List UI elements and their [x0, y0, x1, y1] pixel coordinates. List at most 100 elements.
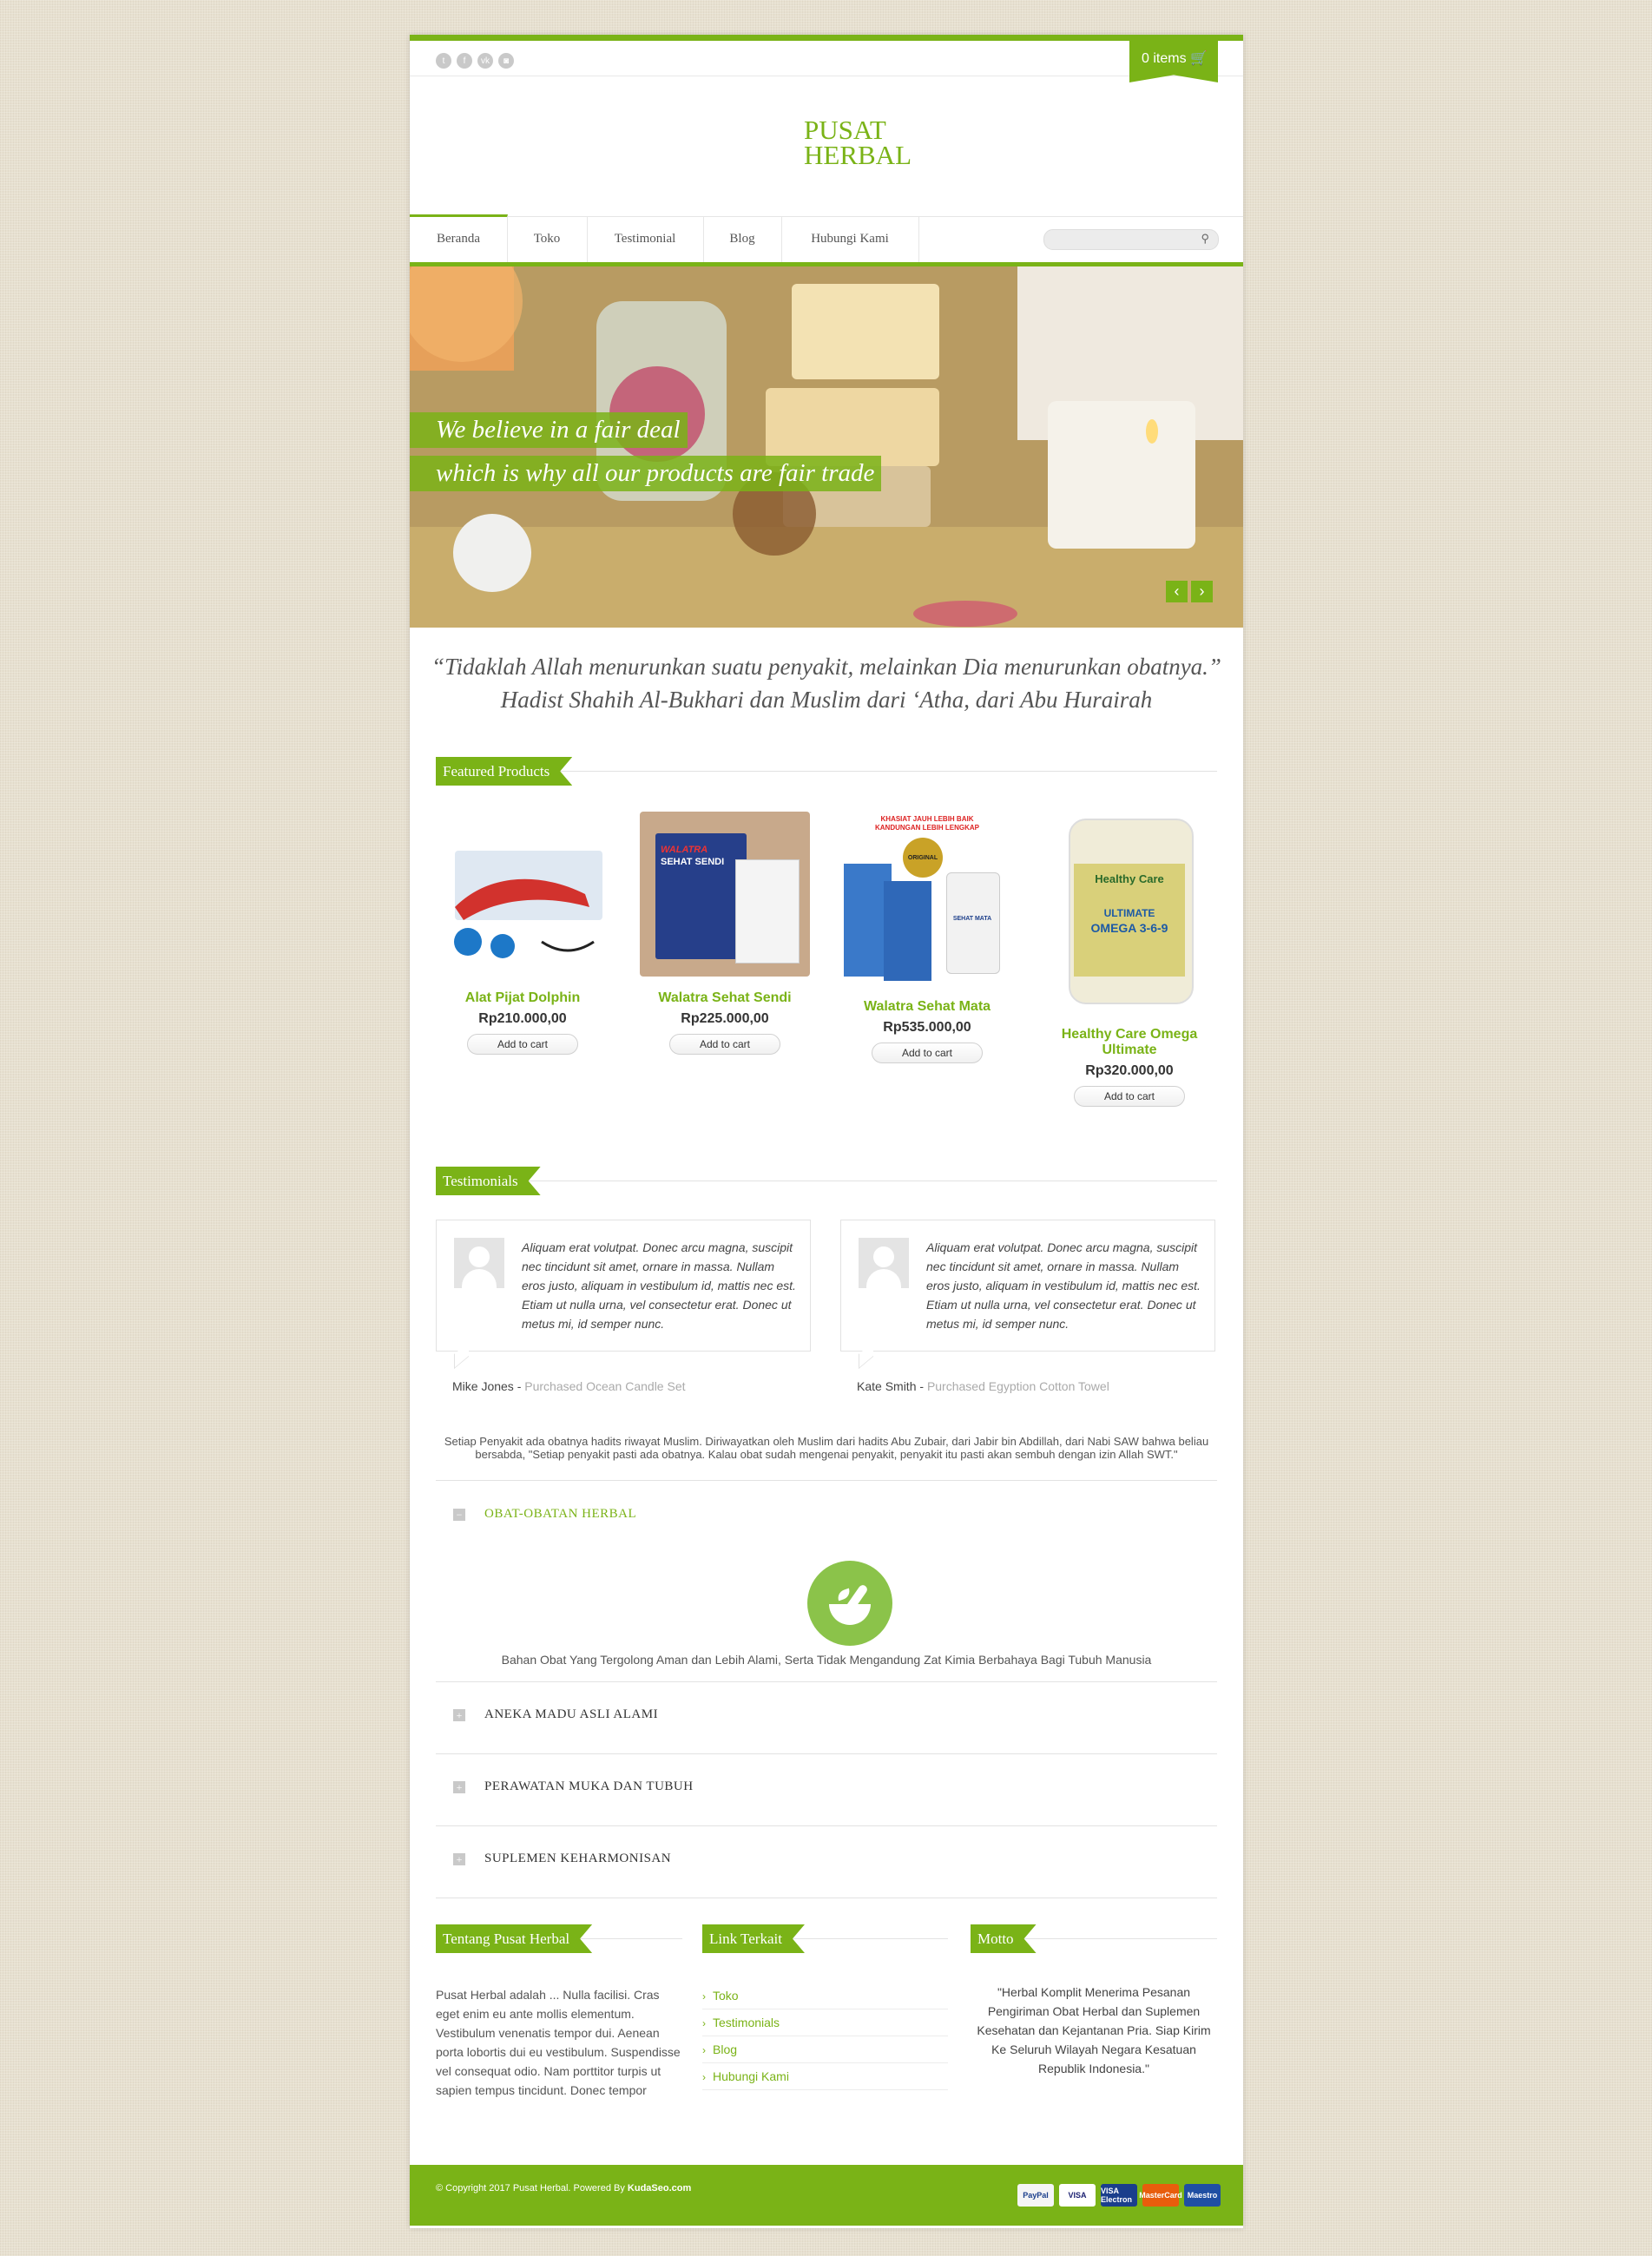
product-name[interactable]: Walatra Sehat Mata [840, 999, 1014, 1015]
product-image[interactable] [438, 812, 608, 977]
footer-bar: © Copyright 2017 Pusat Herbal. Powered B… [410, 2165, 1243, 2226]
footer-link-testimonials[interactable]: › Testimonials [702, 2009, 948, 2036]
powered-by-link[interactable]: KudaSeo.com [628, 2183, 691, 2194]
nav-item-beranda[interactable]: Beranda [410, 214, 508, 262]
nav-item-blog[interactable]: Blog [703, 217, 782, 262]
testimonials-heading: Testimonials [436, 1167, 1217, 1195]
instagram-icon[interactable]: ◙ [498, 53, 514, 69]
accordion-item-obat-obatan-herbal[interactable]: − OBAT-OBATAN HERBAL [453, 1507, 636, 1522]
avatar [859, 1238, 909, 1288]
collapse-icon[interactable]: − [453, 1508, 465, 1521]
footer-link-blog[interactable]: › Blog [702, 2036, 948, 2063]
product-card: KHASIAT JAUH LEBIH BAIK KANDUNGAN LEBIH … [840, 812, 1014, 1063]
product-price: Rp225.000,00 [681, 1011, 769, 1026]
payment-cards: PayPal VISA VISA Electron MasterCard Mae… [1017, 2184, 1221, 2207]
product-name[interactable]: Alat Pijat Dolphin [436, 990, 609, 1006]
nav-item-hubungi-kami[interactable]: Hubungi Kami [781, 217, 919, 262]
avatar [454, 1238, 504, 1288]
paypal-card-icon: PayPal [1017, 2184, 1054, 2207]
product-card: Healthy Care ULTIMATE OMEGA 3-6-9 Health… [1043, 812, 1216, 1107]
accordion-body-text: Bahan Obat Yang Tergolong Aman dan Lebih… [501, 1653, 1152, 1667]
slider-prev-button[interactable]: ‹ [1166, 581, 1188, 602]
site-logo[interactable]: PUSAT HERBAL [804, 115, 912, 170]
product-image[interactable]: KHASIAT JAUH LEBIH BAIK KANDUNGAN LEBIH … [842, 812, 1012, 985]
search-input[interactable]: ⚲ [1043, 229, 1219, 250]
accordion-item-aneka-madu[interactable]: + ANEKA MADU ASLI ALAMI [453, 1707, 658, 1722]
testimonial-card: Aliquam erat volutpat. Donec arcu magna,… [840, 1220, 1215, 1370]
testimonials-title: Testimonials [436, 1167, 541, 1195]
page-container: t f vk ◙ 0 items 🛒 PUSAT HERBAL Beranda … [410, 35, 1243, 2228]
accordion-title[interactable]: ANEKA MADU ASLI ALAMI [484, 1707, 658, 1722]
testimonial-author: Kate Smith - Purchased Egyption Cotton T… [857, 1379, 1109, 1393]
product-card: WALATRA SEHAT SENDI Walatra Sehat Sendi … [638, 812, 812, 1055]
featured-products-heading: Featured Products [436, 757, 1217, 786]
copyright: © Copyright 2017 Pusat Herbal. Powered B… [436, 2183, 692, 2194]
footer-links: › Toko › Testimonials › Blog › Hubungi Kami [702, 1983, 948, 2090]
mortar-pestle-icon [807, 1561, 892, 1646]
product-name[interactable]: Healthy Care Omega Ultimate [1043, 1027, 1216, 1058]
product-image[interactable]: WALATRA SEHAT SENDI [640, 812, 810, 977]
divider [436, 1825, 1217, 1826]
cart-label: 0 items [1142, 51, 1187, 66]
search-icon[interactable]: ⚲ [1201, 232, 1209, 246]
links-title: Link Terkait [702, 1924, 805, 1953]
about-text: Pusat Herbal adalah ... Nulla facilisi. … [436, 1988, 681, 2097]
accordion-item-perawatan[interactable]: + PERAWATAN MUKA DAN TUBUH [453, 1779, 694, 1794]
links-heading: Link Terkait [702, 1924, 948, 1953]
accordion-item-suplemen[interactable]: + SUPLEMEN KEHARMONISAN [453, 1851, 671, 1866]
facebook-icon[interactable]: f [457, 53, 472, 69]
footer-link-hubungi-kami[interactable]: › Hubungi Kami [702, 2063, 948, 2090]
testimonial-text: Aliquam erat volutpat. Donec arcu magna,… [522, 1240, 796, 1331]
about-heading: Tentang Pusat Herbal [436, 1924, 682, 1953]
quote-line-2: Hadist Shahih Al-Bukhari dan Muslim dari… [500, 687, 1153, 713]
footer-link-toko[interactable]: › Toko [702, 1983, 948, 2009]
mastercard-card-icon: MasterCard [1139, 2184, 1182, 2207]
add-to-cart-button[interactable]: Add to cart [872, 1042, 983, 1063]
add-to-cart-button[interactable]: Add to cart [1074, 1086, 1185, 1107]
nav-item-testimonial[interactable]: Testimonial [587, 217, 704, 262]
product-price: Rp320.000,00 [1085, 1063, 1174, 1078]
hero-slider: We believe in a fair deal which is why a… [410, 266, 1243, 628]
motto-text: "Herbal Komplit Menerima Pesanan Pengiri… [977, 1985, 1211, 2075]
slider-caption-1: We believe in a fair deal [410, 412, 688, 448]
add-to-cart-button[interactable]: Add to cart [669, 1034, 780, 1055]
maestro-card-icon: Maestro [1184, 2184, 1221, 2207]
logo-line-1: PUSAT [804, 115, 886, 145]
social-links: t f vk ◙ [436, 53, 514, 69]
nav-item-toko[interactable]: Toko [507, 217, 588, 262]
product-card: Alat Pijat Dolphin Rp210.000,00 Add to c… [436, 812, 609, 1055]
visa-card-icon: VISA [1059, 2184, 1096, 2207]
testimonial-text: Aliquam erat volutpat. Donec arcu magna,… [926, 1240, 1201, 1331]
product-price: Rp210.000,00 [478, 1011, 567, 1026]
featured-products-title: Featured Products [436, 757, 572, 786]
logo-line-2: HERBAL [804, 140, 912, 170]
vk-icon[interactable]: vk [477, 53, 493, 69]
product-price: Rp535.000,00 [883, 1020, 971, 1035]
slider-caption-2: which is why all our products are fair t… [410, 456, 882, 491]
visa-electron-card-icon: VISA Electron [1101, 2184, 1137, 2207]
expand-icon[interactable]: + [453, 1708, 465, 1721]
top-bar: t f vk ◙ 0 items 🛒 [410, 41, 1243, 82]
about-title: Tentang Pusat Herbal [436, 1924, 592, 1953]
hadith-paragraph: Setiap Penyakit ada obatnya hadits riway… [444, 1435, 1209, 1461]
cart-button[interactable]: 0 items 🛒 [1129, 41, 1218, 82]
expand-icon[interactable]: + [453, 1780, 465, 1793]
main-nav: Beranda Toko Testimonial Blog Hubungi Ka… [410, 214, 1243, 267]
cart-icon: 🛒 [1190, 51, 1208, 66]
accordion-title[interactable]: OBAT-OBATAN HERBAL [484, 1507, 636, 1522]
product-name[interactable]: Walatra Sehat Sendi [638, 990, 812, 1006]
divider [436, 1681, 1217, 1682]
testimonial-author: Mike Jones - Purchased Ocean Candle Set [452, 1379, 686, 1393]
add-to-cart-button[interactable]: Add to cart [467, 1034, 578, 1055]
motto-heading: Motto [971, 1924, 1217, 1953]
quote-line-1: “Tidaklah Allah menurunkan suatu penyaki… [431, 654, 1221, 680]
divider [436, 1753, 1217, 1754]
accordion-title[interactable]: PERAWATAN MUKA DAN TUBUH [484, 1779, 694, 1794]
expand-icon[interactable]: + [453, 1852, 465, 1865]
testimonial-card: Aliquam erat volutpat. Donec arcu magna,… [436, 1220, 811, 1370]
twitter-icon[interactable]: t [436, 53, 451, 69]
product-image[interactable]: Healthy Care ULTIMATE OMEGA 3-6-9 [1044, 812, 1214, 1013]
slider-next-button[interactable]: › [1191, 581, 1213, 602]
divider [436, 1480, 1217, 1481]
accordion-title[interactable]: SUPLEMEN KEHARMONISAN [484, 1851, 671, 1866]
